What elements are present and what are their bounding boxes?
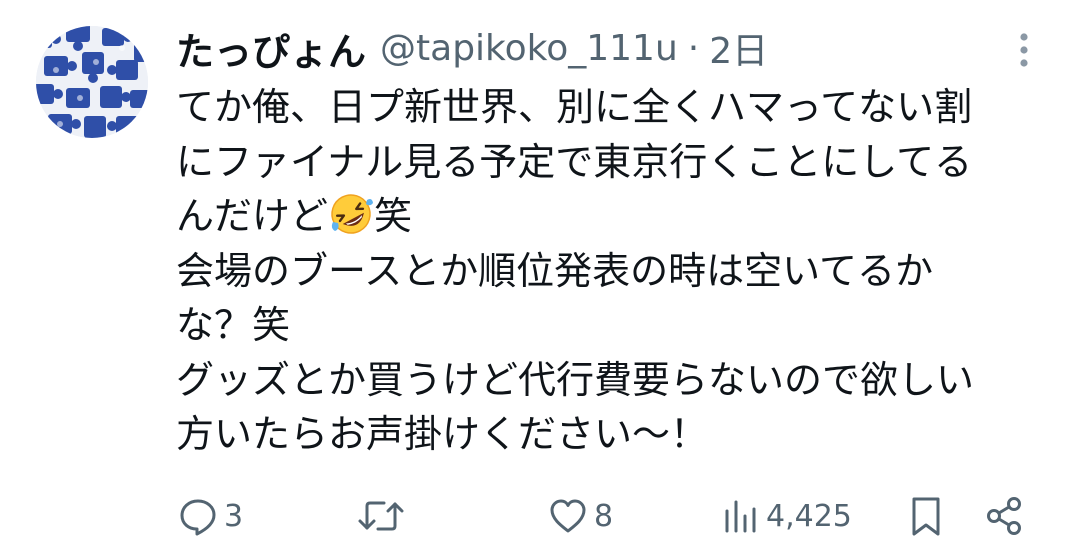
more-options-button[interactable] (1010, 26, 1038, 76)
tweet-text-line: 方いたらお声掛けください〜！ (176, 412, 709, 456)
tweet-text: てか俺、日プ新世界、別に全くハマってない割 にファイナル見る予定で東京行くことに… (176, 80, 1046, 462)
reply-icon (180, 499, 216, 536)
tweet[interactable]: たっぴょん @tapikoko_111u · 2日 てか俺、日プ新世界、別に全く… (0, 0, 1078, 552)
tweet-text-line: にファイナル見る予定で東京行くことにしてる (176, 139, 973, 184)
tweet-header: たっぴょん @tapikoko_111u · 2日 (176, 22, 768, 74)
tweet-text-segment: 笑 (374, 194, 413, 238)
tweet-text-line: な？笑 (176, 303, 291, 347)
post-time[interactable]: 2日 (709, 22, 768, 74)
bookmark-button[interactable] (906, 488, 946, 544)
tweet-text-line: 会場のブースとか順位発表の時は空いてるか (176, 248, 933, 293)
share-button[interactable] (982, 488, 1026, 544)
author-display-name[interactable]: たっぴょん (176, 21, 366, 76)
author-handle[interactable]: @tapikoko_111u (380, 28, 678, 69)
like-count: 8 (594, 498, 614, 534)
views-button[interactable]: 4,425 (722, 488, 852, 544)
share-icon (987, 497, 1021, 535)
like-button[interactable]: 8 (546, 488, 613, 544)
avatar[interactable] (36, 26, 148, 138)
header-separator: · (687, 27, 700, 69)
avatar-image (36, 26, 148, 138)
tweet-text-segment: んだけど (176, 194, 329, 238)
action-bar: 3 8 4,425 (0, 488, 1078, 544)
like-icon (550, 499, 586, 533)
more-vertical-icon (1020, 33, 1028, 67)
rolling-laughing-emoji-icon (331, 194, 374, 234)
tweet-text-line: てか俺、日プ新世界、別に全くハマってない割 (176, 85, 973, 129)
repost-icon (358, 501, 404, 531)
repost-button[interactable] (356, 488, 410, 544)
tweet-text-line: んだけど 笑 (176, 189, 1046, 244)
bookmark-icon (912, 497, 940, 536)
view-count: 4,425 (766, 498, 852, 534)
reply-button[interactable]: 3 (176, 488, 243, 544)
views-icon (725, 500, 756, 533)
reply-count: 3 (224, 498, 244, 534)
tweet-text-line: グッズとか買うけど代行費要らないので欲しい (176, 357, 975, 402)
